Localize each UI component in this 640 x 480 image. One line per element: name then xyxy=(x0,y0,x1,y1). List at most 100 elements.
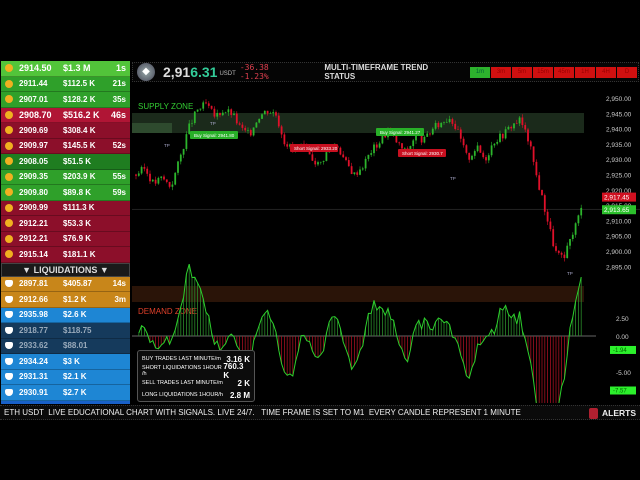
row-value: $405.87 xyxy=(63,279,92,289)
price-axis-label: 2,905.00 xyxy=(606,234,632,241)
candle xyxy=(412,140,415,147)
candle xyxy=(501,133,504,139)
row-price: 2918.12 xyxy=(19,403,63,404)
row-age: 52s xyxy=(112,141,126,151)
candle xyxy=(252,127,255,136)
timeframe-1H: 1H xyxy=(575,66,595,78)
row-price: 2915.14 xyxy=(19,249,48,259)
candle xyxy=(381,135,384,144)
row-price: 2909.69 xyxy=(19,125,48,135)
price-axis-label: 2,910.00 xyxy=(606,218,632,225)
last-price-tag-label: 2,913.65 xyxy=(604,207,630,214)
oscillator-axis-label: 0.00 xyxy=(616,334,629,341)
price-change: -36.38 -1.23% xyxy=(239,63,269,81)
candle xyxy=(504,129,507,139)
row-value: $181.1 K xyxy=(63,249,96,259)
stats-panel: BUY TRADES LAST MINUTE/m 3.16 K SHORT LIQU… xyxy=(137,350,255,402)
candle xyxy=(182,148,185,155)
candle xyxy=(151,179,154,182)
candle xyxy=(356,172,359,175)
candle xyxy=(196,109,199,112)
row-value: $111.3 K xyxy=(63,203,95,213)
candle xyxy=(191,123,193,124)
candle xyxy=(317,162,319,165)
liquidation-row: 2935.98 $2.6 K xyxy=(1,307,130,323)
row-price: 2909.97 xyxy=(19,141,48,151)
coin-icon xyxy=(5,110,13,119)
candle xyxy=(199,108,202,110)
row-price: 2914.50 xyxy=(19,63,52,74)
candle xyxy=(521,117,524,126)
price-unit: USDT xyxy=(219,71,236,77)
row-value: $89.8 K xyxy=(63,187,92,197)
candle xyxy=(440,122,443,128)
candle xyxy=(269,113,272,114)
candle xyxy=(569,238,571,246)
candle xyxy=(535,161,538,176)
row-value: $2.6 K xyxy=(63,310,87,320)
alerts-label: ALERTS xyxy=(602,408,636,418)
candle xyxy=(137,173,140,176)
high-price-tag-label: 2,917.45 xyxy=(604,195,630,202)
candle xyxy=(476,145,479,152)
row-age: 14s xyxy=(112,279,126,289)
candle xyxy=(401,143,403,149)
candle xyxy=(261,114,263,119)
row-value: $88.01 xyxy=(63,341,88,351)
row-price: 2908.70 xyxy=(19,109,52,120)
bear-icon xyxy=(5,311,13,319)
row-age: 55s xyxy=(112,172,126,182)
row-value: $53.3 K xyxy=(63,218,92,228)
candle xyxy=(426,133,429,137)
candle xyxy=(135,174,137,176)
liquidations-list: 2897.81 $405.87 14s 2912.66 $1.2 K 3m 2935.98 $… xyxy=(1,276,130,404)
timeframe-1m: 1m xyxy=(470,66,490,78)
candle xyxy=(339,147,342,155)
candle xyxy=(499,133,501,142)
candle xyxy=(359,169,361,175)
bear-icon xyxy=(5,373,13,381)
candle xyxy=(219,112,221,116)
candle xyxy=(429,133,431,135)
candle xyxy=(249,130,252,136)
liquidation-row: 2933.62 $88.01 xyxy=(1,338,130,354)
liquidations-header[interactable]: ▼ LIQUIDATIONS ▼ xyxy=(1,262,130,277)
candle xyxy=(205,102,207,104)
alert-icon xyxy=(589,408,598,420)
candle xyxy=(364,158,367,169)
trades-list: 2914.50 $1.3 M 1s 2911.44 $112.5 K 21s 2907.01… xyxy=(1,61,130,263)
candle xyxy=(420,135,423,143)
candle xyxy=(465,145,468,153)
coin-icon xyxy=(5,234,13,243)
candle xyxy=(373,144,375,154)
liquidation-row: 2931.31 $2.1 K xyxy=(1,369,130,385)
candle xyxy=(238,123,241,125)
candle xyxy=(227,109,230,113)
oscillator-axis-label: 2.50 xyxy=(616,316,629,323)
row-value: $2.7 K xyxy=(63,387,87,397)
timeframe-D: D xyxy=(617,66,637,78)
trade-row: 2912.21 $76.9 K xyxy=(1,231,130,247)
candle xyxy=(213,108,216,117)
candle xyxy=(527,129,529,142)
candle xyxy=(552,229,555,247)
timeframe-5m: 5m xyxy=(512,66,532,78)
candle xyxy=(571,234,574,239)
demand-zone-label: DEMAND ZONE xyxy=(138,307,197,316)
liquidation-row: 2918.12$16.8 K xyxy=(1,400,130,404)
price-axis-label: 2,945.00 xyxy=(606,111,632,118)
coin-icon xyxy=(5,79,13,88)
candle xyxy=(398,142,401,144)
candle xyxy=(311,154,314,161)
bear-icon xyxy=(5,357,13,365)
price-axis-label: 2,895.00 xyxy=(606,264,632,271)
candle xyxy=(233,113,235,115)
row-value: $128.2 K xyxy=(63,94,96,104)
candle xyxy=(171,184,174,187)
alerts-button[interactable]: ALERTS xyxy=(589,406,636,420)
candle xyxy=(384,135,387,138)
coin-icon xyxy=(5,126,13,135)
candle xyxy=(490,145,493,156)
row-price: 2912.21 xyxy=(19,234,48,244)
candle xyxy=(543,195,546,212)
